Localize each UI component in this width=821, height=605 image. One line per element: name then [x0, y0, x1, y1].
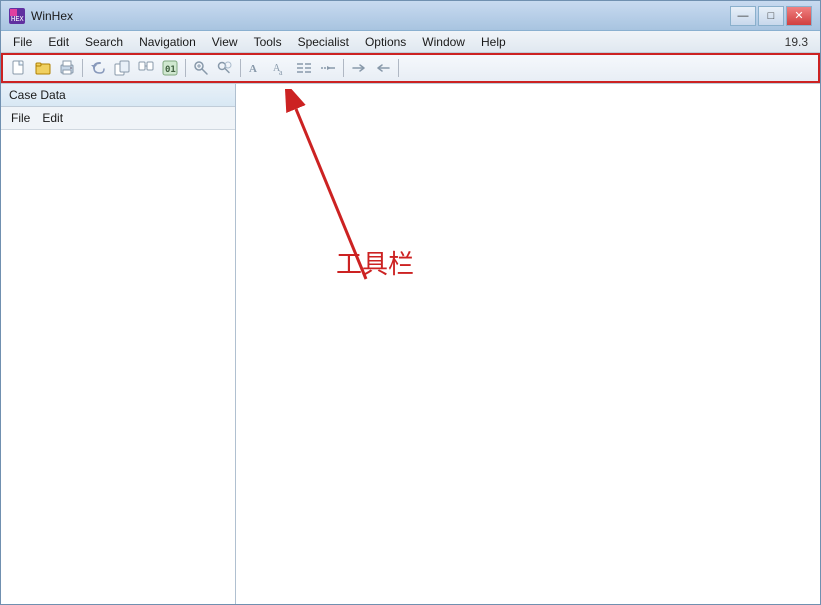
right-panel: 工具栏: [236, 84, 820, 604]
toolbar-sep-3: [240, 59, 241, 77]
clone-icon: [114, 60, 130, 76]
svg-text:HEX: HEX: [11, 15, 24, 23]
toolbar-sep-1: [82, 59, 83, 77]
back-icon: [375, 60, 391, 76]
menu-options[interactable]: Options: [357, 31, 414, 52]
toolbar-filesplit-button[interactable]: [135, 57, 157, 79]
special-icon: 01: [162, 60, 178, 76]
toolbar-findall-button[interactable]: [214, 57, 236, 79]
app-icon: HEX: [9, 8, 25, 24]
toolbar-forward-button[interactable]: [348, 57, 370, 79]
toolbar-text-button[interactable]: A: [245, 57, 267, 79]
toolbar-undo-button[interactable]: [87, 57, 109, 79]
menu-file[interactable]: File: [5, 31, 40, 52]
print-icon: [59, 60, 75, 76]
texta-icon: A a: [272, 60, 288, 76]
maximize-button[interactable]: □: [758, 6, 784, 26]
menu-view[interactable]: View: [204, 31, 246, 52]
menu-search[interactable]: Search: [77, 31, 131, 52]
minimize-button[interactable]: —: [730, 6, 756, 26]
menu-navigation[interactable]: Navigation: [131, 31, 204, 52]
case-file-menu[interactable]: File: [7, 109, 34, 127]
toolbar-special-button[interactable]: 01: [159, 57, 181, 79]
menu-bar: File Edit Search Navigation View Tools S…: [1, 31, 820, 53]
annotation-arrow-svg: [246, 89, 546, 309]
version-label: 19.3: [785, 35, 816, 49]
toolbar-compare-button[interactable]: [293, 57, 315, 79]
title-text: WinHex: [31, 9, 73, 23]
menu-help[interactable]: Help: [473, 31, 514, 52]
toolbar-open-button[interactable]: [32, 57, 54, 79]
toolbar-texta-button[interactable]: A a: [269, 57, 291, 79]
toolbar-new-button[interactable]: [8, 57, 30, 79]
case-edit-menu[interactable]: Edit: [38, 109, 67, 127]
menu-specialist[interactable]: Specialist: [290, 31, 357, 52]
toolbar-clone-button[interactable]: [111, 57, 133, 79]
find-icon: [193, 60, 209, 76]
svg-text:A: A: [249, 63, 257, 75]
toolbar-find-button[interactable]: [190, 57, 212, 79]
svg-text:a: a: [279, 68, 283, 76]
toolbar-sep-4: [343, 59, 344, 77]
case-data-header: Case Data: [1, 84, 235, 107]
svg-text:01: 01: [165, 65, 176, 75]
menu-edit[interactable]: Edit: [40, 31, 77, 52]
toolbar-back-button[interactable]: [372, 57, 394, 79]
toolbar-sep-2: [185, 59, 186, 77]
menu-window[interactable]: Window: [414, 31, 473, 52]
left-panel: Case Data File Edit: [1, 84, 236, 604]
text-icon: A: [248, 60, 264, 76]
toolbar-sep-5: [398, 59, 399, 77]
toolbar-merge-button[interactable]: [317, 57, 339, 79]
title-bar-left: HEX WinHex: [9, 8, 73, 24]
title-controls: — □ ✕: [730, 6, 812, 26]
open-folder-icon: [35, 60, 51, 76]
case-data-menu: File Edit: [1, 107, 235, 130]
close-button[interactable]: ✕: [786, 6, 812, 26]
findall-icon: [217, 60, 233, 76]
title-bar: HEX WinHex — □ ✕: [1, 1, 820, 31]
main-window: HEX WinHex — □ ✕ File Edit Search Naviga…: [0, 0, 821, 605]
annotation-text: 工具栏: [336, 244, 414, 281]
compare-icon: [296, 60, 312, 76]
toolbar: 01: [1, 53, 820, 83]
case-data-content: [1, 130, 235, 604]
merge-icon: [320, 60, 336, 76]
toolbar-print-button[interactable]: [56, 57, 78, 79]
toolbar-area: 01: [1, 53, 820, 84]
new-file-icon: [11, 60, 27, 76]
undo-icon: [90, 60, 106, 76]
filesplit-icon: [138, 60, 154, 76]
menu-tools[interactable]: Tools: [246, 31, 290, 52]
forward-icon: [351, 60, 367, 76]
main-container: Case Data File Edit 工具栏: [1, 84, 820, 604]
